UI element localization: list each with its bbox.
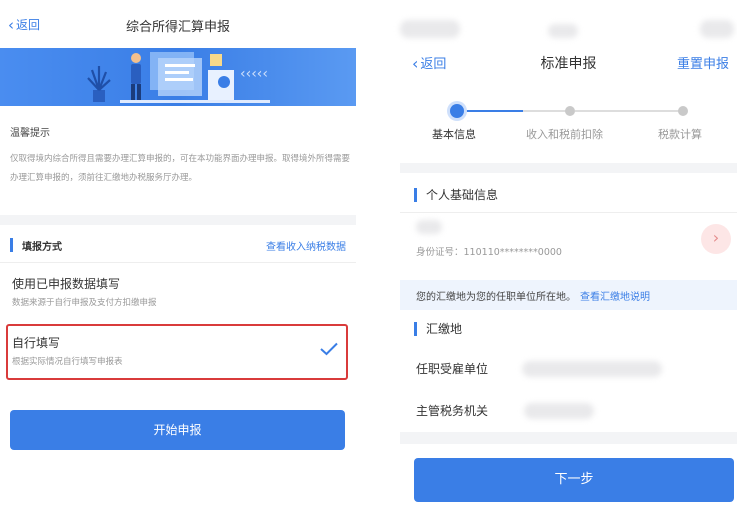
tax-authority-label: 主管税务机关: [416, 404, 489, 418]
option-subtitle: 数据来源于自行申报及支付方扣缴申报: [12, 298, 157, 308]
right-screen: ‹ 返回 标准申报 重置申报 基本信息 收入和税前扣除 税款计算 个人基础信息 身…: [400, 0, 737, 510]
chevron-right-icon[interactable]: ›: [701, 224, 731, 254]
step-line: [575, 110, 683, 112]
section-accent-bar: [414, 188, 417, 202]
start-declaration-button[interactable]: 开始申报: [10, 410, 345, 450]
checkmark-icon: [320, 342, 338, 356]
step-dot: [678, 106, 688, 116]
left-nav-bar: ‹ 返回 综合所得汇算申报: [0, 0, 356, 48]
section-divider: [400, 163, 737, 173]
person-info-row[interactable]: 身份证号：110110********0000 ›: [400, 214, 737, 270]
employer-field[interactable]: 任职受雇单位: [400, 350, 737, 388]
notice-text: 您的汇缴地为您的任职单位所在地。 查看汇缴地说明: [416, 288, 650, 303]
redacted-status-right: [700, 20, 734, 38]
step-label-basic-info: 基本信息: [432, 128, 476, 141]
notice-message: 您的汇缴地为您的任职单位所在地。: [416, 292, 576, 303]
step-label-income: 收入和税前扣除: [526, 128, 603, 141]
screenshot-stage: ‹ 返回 综合所得汇算申报 ‹‹‹‹‹ 温馨提示 仅取得境内综合所得且需要办理汇…: [0, 0, 737, 510]
section-accent-bar: [10, 238, 13, 252]
view-income-tax-data-link[interactable]: 查看收入纳税数据: [266, 238, 346, 253]
section-divider: [400, 432, 737, 444]
tax-authority-field[interactable]: 主管税务机关: [400, 392, 737, 430]
svg-text:‹‹‹‹‹: ‹‹‹‹‹: [240, 66, 268, 82]
remit-header: 汇缴地: [400, 314, 737, 344]
option-subtitle: 根据实际情况自行填写申报表: [12, 357, 123, 367]
redacted-tax-authority-value: [524, 403, 594, 419]
option-title: 自行填写: [12, 336, 61, 350]
option-use-declared-data[interactable]: 使用已申报数据填写 数据来源于自行申报及支付方扣缴申报: [0, 266, 356, 322]
redacted-status-left: [400, 20, 460, 38]
redacted-status-center: [548, 24, 578, 38]
tip-text: 仅取得境内综合所得且需要办理汇算申报的，可在本功能界面办理申报。取得境外所得需要…: [10, 154, 351, 183]
section-divider: [0, 215, 356, 225]
step-indicator: 基本信息 收入和税前扣除 税款计算: [400, 100, 737, 150]
basic-info-title: 个人基础信息: [426, 188, 499, 202]
id-number-value: 110110********0000: [463, 247, 562, 258]
option-title: 使用已申报数据填写: [12, 277, 121, 291]
option-self-fill[interactable]: 自行填写 根据实际情况自行填写申报表: [6, 324, 348, 380]
fill-method-label: 填报方式: [22, 242, 62, 253]
banner-illustration: ‹‹‹‹‹: [0, 48, 356, 106]
step-dot: [565, 106, 575, 116]
section-accent-bar: [414, 322, 417, 336]
basic-info-header: 个人基础信息: [400, 180, 737, 210]
view-remit-explanation-link[interactable]: 查看汇缴地说明: [580, 292, 650, 303]
employer-label: 任职受雇单位: [416, 362, 489, 376]
redacted-employer-value: [522, 361, 662, 377]
tip-title: 温馨提示: [10, 128, 50, 139]
remit-notice: 您的汇缴地为您的任职单位所在地。 查看汇缴地说明: [400, 280, 737, 310]
fill-method-header: 填报方式 查看收入纳税数据: [0, 230, 356, 260]
divider: [0, 262, 356, 263]
reset-declaration-button[interactable]: 重置申报: [677, 53, 729, 72]
step-dot-active: [450, 104, 464, 118]
next-step-button[interactable]: 下一步: [414, 458, 734, 502]
step-line: [523, 110, 570, 112]
left-screen: ‹ 返回 综合所得汇算申报 ‹‹‹‹‹ 温馨提示 仅取得境内综合所得且需要办理汇…: [0, 0, 356, 510]
id-number-row: 身份证号：110110********0000: [416, 244, 562, 258]
step-progress-line: [460, 110, 523, 112]
left-page-title: 综合所得汇算申报: [125, 20, 230, 35]
step-label-tax-calc: 税款计算: [658, 128, 702, 141]
redacted-name: [416, 220, 442, 234]
id-number-label: 身份证号：: [416, 247, 464, 258]
remit-title: 汇缴地: [426, 322, 463, 336]
divider: [400, 212, 737, 213]
